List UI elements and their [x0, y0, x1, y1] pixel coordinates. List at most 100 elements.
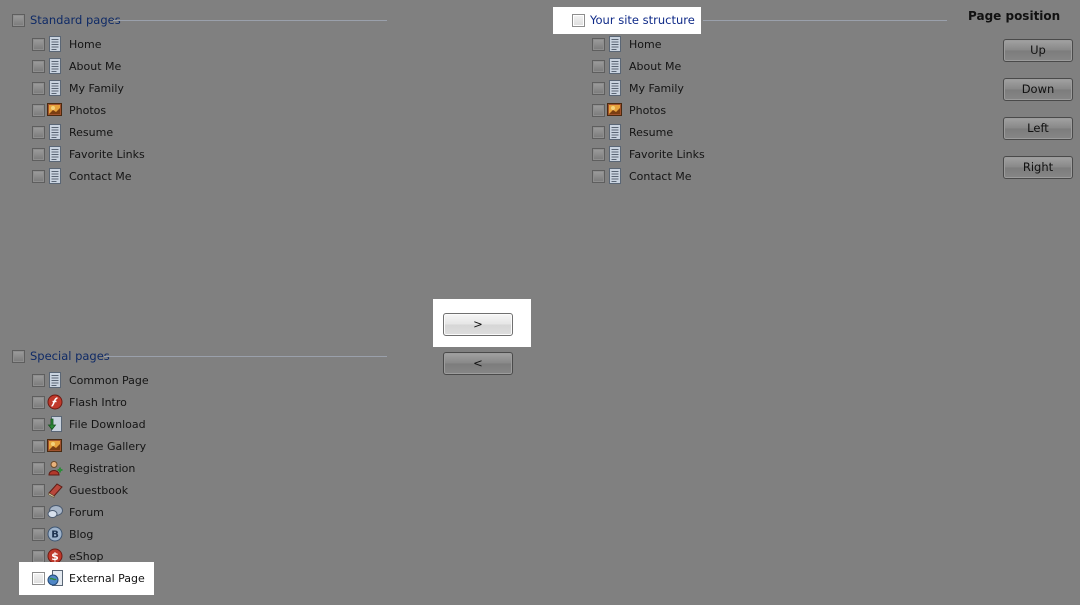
special-item-flash-intro[interactable]: Flash Intro	[32, 391, 149, 413]
structure-item-checkbox[interactable]	[592, 125, 605, 139]
svg-text:B: B	[51, 530, 59, 541]
photos-icon	[47, 102, 63, 118]
standard-item-photos[interactable]: Photos	[32, 99, 145, 121]
structure-item-label: Contact Me	[629, 169, 692, 183]
standard-item-checkbox[interactable]	[32, 103, 45, 117]
standard-item-my-family[interactable]: My Family	[32, 77, 145, 99]
special-item-external-page[interactable]: External Page	[32, 567, 145, 589]
special-pages-list: Common Page Flash Intro File Download Image…	[32, 369, 149, 567]
structure-item-checkbox[interactable]	[592, 103, 605, 117]
special-item-checkbox[interactable]	[32, 439, 45, 453]
standard-item-checkbox[interactable]	[32, 147, 45, 161]
special-item-label: Common Page	[69, 373, 149, 387]
guestbook-icon	[47, 482, 63, 498]
special-item-label: Guestbook	[69, 483, 129, 497]
move-left-button[interactable]: Left	[1003, 117, 1073, 140]
standard-item-contact-me[interactable]: Contact Me	[32, 165, 145, 187]
special-item-checkbox[interactable]	[32, 571, 45, 585]
site-structure-divider	[703, 20, 947, 21]
page-icon	[47, 124, 63, 140]
special-item-forum[interactable]: Forum	[32, 501, 149, 523]
download-icon	[47, 416, 63, 432]
photos-icon	[607, 102, 623, 118]
standard-item-checkbox[interactable]	[32, 81, 45, 95]
page-icon	[47, 58, 63, 74]
page-icon	[607, 124, 623, 140]
page-icon	[47, 372, 63, 388]
structure-item-my-family[interactable]: My Family	[592, 77, 705, 99]
site-structure-list: Home About Me My Family Photos Resume Favorit…	[592, 33, 705, 187]
special-pages-checkbox[interactable]	[12, 349, 25, 363]
external-page-row: External Page	[32, 567, 145, 589]
page-icon	[607, 36, 623, 52]
special-item-image-gallery[interactable]: Image Gallery	[32, 435, 149, 457]
structure-item-checkbox[interactable]	[592, 169, 605, 183]
forum-icon	[47, 504, 63, 520]
structure-item-label: Resume	[629, 125, 674, 139]
standard-item-label: Home	[69, 37, 102, 51]
special-item-label: Image Gallery	[69, 439, 147, 453]
standard-item-label: Photos	[69, 103, 107, 117]
special-item-file-download[interactable]: File Download	[32, 413, 149, 435]
special-item-label: File Download	[69, 417, 146, 431]
structure-item-checkbox[interactable]	[592, 37, 605, 51]
external-page-icon	[47, 570, 63, 586]
standard-pages-divider	[113, 20, 387, 21]
blog-icon: B	[47, 526, 63, 542]
structure-item-label: About Me	[629, 59, 682, 73]
special-item-checkbox[interactable]	[32, 395, 45, 409]
standard-item-checkbox[interactable]	[32, 125, 45, 139]
standard-item-checkbox[interactable]	[32, 169, 45, 183]
special-item-label: Registration	[69, 461, 136, 475]
standard-item-resume[interactable]: Resume	[32, 121, 145, 143]
special-item-blog[interactable]: B Blog	[32, 523, 149, 545]
standard-item-favorite-links[interactable]: Favorite Links	[32, 143, 145, 165]
standard-item-checkbox[interactable]	[32, 59, 45, 73]
structure-item-photos[interactable]: Photos	[592, 99, 705, 121]
standard-item-home[interactable]: Home	[32, 33, 145, 55]
standard-item-about-me[interactable]: About Me	[32, 55, 145, 77]
page-position-title: Page position	[968, 9, 1061, 23]
special-item-guestbook[interactable]: Guestbook	[32, 479, 149, 501]
move-down-button[interactable]: Down	[1003, 78, 1073, 101]
special-item-common-page[interactable]: Common Page	[32, 369, 149, 391]
structure-item-checkbox[interactable]	[592, 147, 605, 161]
add-to-structure-button[interactable]: >	[443, 313, 513, 336]
special-item-registration[interactable]: Registration	[32, 457, 149, 479]
special-item-checkbox[interactable]	[32, 373, 45, 387]
structure-item-resume[interactable]: Resume	[592, 121, 705, 143]
site-structure-checkbox[interactable]	[572, 13, 585, 27]
special-item-label: Flash Intro	[69, 395, 127, 409]
remove-from-structure-button[interactable]: <	[443, 352, 513, 375]
page-icon	[47, 36, 63, 52]
special-item-checkbox[interactable]	[32, 417, 45, 431]
photos-icon	[47, 438, 63, 454]
move-right-button[interactable]: Right	[1003, 156, 1073, 179]
page-icon	[47, 168, 63, 184]
page-icon	[607, 80, 623, 96]
move-up-button[interactable]: Up	[1003, 39, 1073, 62]
structure-item-label: Photos	[629, 103, 667, 117]
page-icon	[47, 146, 63, 162]
structure-item-home[interactable]: Home	[592, 33, 705, 55]
special-item-checkbox[interactable]	[32, 483, 45, 497]
special-item-checkbox[interactable]	[32, 505, 45, 519]
structure-item-contact-me[interactable]: Contact Me	[592, 165, 705, 187]
site-structure-title: Your site structure	[590, 13, 695, 27]
special-item-checkbox[interactable]	[32, 549, 45, 563]
flash-icon	[47, 394, 63, 410]
standard-pages-checkbox[interactable]	[12, 13, 25, 27]
special-item-checkbox[interactable]	[32, 461, 45, 475]
page-icon	[607, 168, 623, 184]
structure-item-about-me[interactable]: About Me	[592, 55, 705, 77]
standard-item-label: Resume	[69, 125, 114, 139]
structure-item-checkbox[interactable]	[592, 81, 605, 95]
structure-item-label: My Family	[629, 81, 684, 95]
special-item-label: Blog	[69, 527, 94, 541]
structure-item-favorite-links[interactable]: Favorite Links	[592, 143, 705, 165]
standard-item-checkbox[interactable]	[32, 37, 45, 51]
special-item-checkbox[interactable]	[32, 527, 45, 541]
registration-icon	[47, 460, 63, 476]
page-icon	[47, 80, 63, 96]
structure-item-checkbox[interactable]	[592, 59, 605, 73]
